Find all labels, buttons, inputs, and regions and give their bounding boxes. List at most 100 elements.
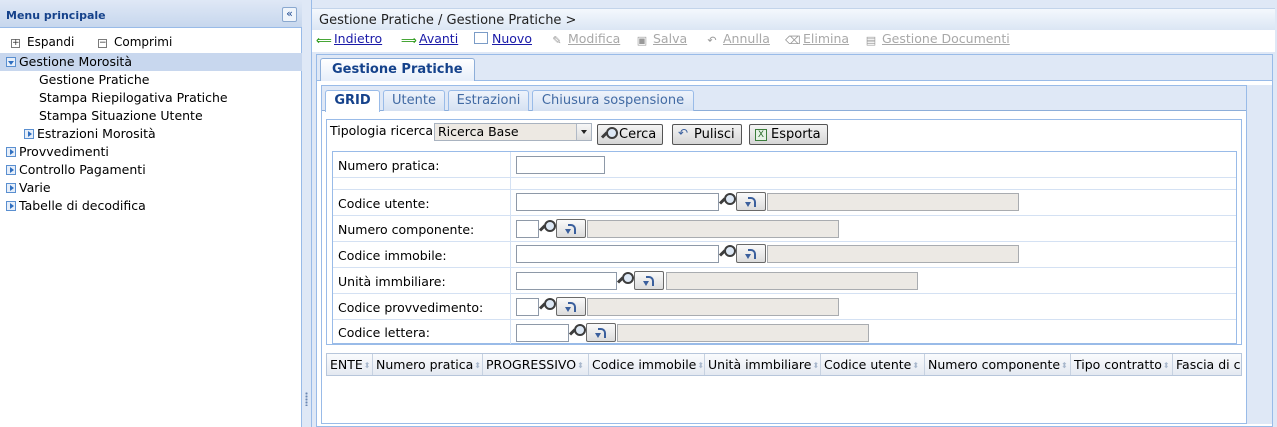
main-panel: Gestione Pratiche GRID Utente Estrazioni… [316, 54, 1273, 427]
sort-icon: ⬍ [1162, 361, 1170, 370]
numero-pratica-label: Numero pratica: [338, 158, 440, 173]
dropdown-arrow-icon[interactable] [576, 124, 591, 140]
codice-utente-description [767, 193, 1019, 211]
codice-immobile-label: Codice immobile: [338, 248, 447, 263]
breadcrumb-bar: Gestione Pratiche / Gestione Pratiche > [312, 8, 1275, 30]
form-row: Codice utente: [333, 190, 1236, 216]
vertical-scrollbar-track[interactable] [1247, 85, 1272, 424]
numero-pratica-input[interactable] [516, 156, 605, 174]
tree-item-stampa-riepilogativa[interactable]: Stampa Riepilogativa Pratiche [0, 89, 302, 107]
column-header-progressivo[interactable]: PROGRESSIVO⬍ [483, 354, 589, 375]
tree-item-estrazioni-morosita[interactable]: Estrazioni Morosità [0, 125, 302, 143]
annulla-link[interactable]: ↶ Annulla [705, 31, 770, 47]
plus-icon: + [11, 38, 20, 48]
numero-componente-description [587, 220, 839, 238]
column-header-tipo-contratto[interactable]: Tipo contratto⬍ [1071, 354, 1173, 375]
codice-utente-input[interactable] [516, 193, 719, 211]
gestione-documenti-link[interactable]: ▤ Gestione Documenti [864, 31, 1010, 47]
codice-utente-lookup-icon[interactable] [719, 192, 736, 209]
form-spacer-row [333, 178, 1236, 190]
codice-provvedimento-lookup-icon[interactable] [539, 297, 556, 314]
tree-item-varie[interactable]: Varie [0, 179, 302, 197]
undo-icon: ↶ [707, 34, 717, 47]
inner-tabstrip: GRID Utente Estrazioni Chiusura sospensi… [322, 86, 1246, 112]
sidebar: Menu principale « + Espandi − Comprimi Ges… [0, 0, 302, 427]
sort-icon: ⬍ [1061, 361, 1068, 370]
splitter-grip-icon [305, 392, 308, 406]
codice-lettera-reset-button[interactable] [586, 323, 616, 342]
pulisci-button[interactable]: ↶ Pulisci [672, 124, 742, 145]
tab-utente[interactable]: Utente [383, 90, 445, 111]
tree-item-controllo-pagamenti[interactable]: Controllo Pagamenti [0, 161, 302, 179]
codice-lettera-description [617, 324, 869, 342]
esporta-button[interactable]: X Esporta [749, 124, 828, 145]
undo-icon: ↶ [678, 126, 689, 140]
column-header-numero-pratica[interactable]: Numero pratica⬍ [373, 354, 483, 375]
codice-immobile-reset-button[interactable] [736, 244, 766, 263]
codice-lettera-input[interactable] [516, 324, 569, 342]
tab-chiusura-sospensione[interactable]: Chiusura sospensione [532, 90, 694, 111]
form-row: Codice immobile: [333, 242, 1236, 268]
nuovo-link[interactable]: Nuovo [474, 31, 532, 46]
column-header-fascia[interactable]: Fascia di ca [1173, 354, 1241, 375]
modifica-link[interactable]: ✎ Modifica [550, 31, 620, 47]
tree-item-tabelle-decodifica[interactable]: Tabelle di decodifica [0, 197, 302, 215]
unita-immobiliare-label: Unità immbiliare: [338, 274, 446, 289]
column-header-codice-utente[interactable]: Codice utente⬍ [821, 354, 925, 375]
unita-immobiliare-lookup-icon[interactable] [617, 271, 634, 288]
tab-gestione-pratiche[interactable]: Gestione Pratiche [320, 58, 475, 81]
inner-panel: GRID Utente Estrazioni Chiusura sospensi… [321, 85, 1247, 424]
form-row: Numero pratica: [333, 152, 1236, 178]
grid-header: ENTE⬍ Numero pratica⬍ PROGRESSIVO⬍ Codic… [326, 353, 1242, 376]
tipologia-ricerca-label: Tipologia ricerca [330, 123, 434, 138]
numero-componente-input[interactable] [516, 220, 539, 238]
tab-grid[interactable]: GRID [325, 90, 380, 112]
sidebar-splitter[interactable] [302, 0, 312, 427]
action-toolbar: ⟸ Indietro ⟹ Avanti Nuovo ✎ Modifica ▣ Salva… [312, 30, 1275, 52]
column-header-numero-componente[interactable]: Numero componente⬍ [925, 354, 1071, 375]
numero-componente-reset-button[interactable] [556, 219, 586, 238]
tree-toolbar: + Espandi − Comprimi [0, 32, 302, 52]
salva-link[interactable]: ▣ Salva [635, 31, 687, 47]
column-header-ente[interactable]: ENTE⬍ [327, 354, 373, 375]
numero-componente-lookup-icon[interactable] [539, 219, 556, 236]
codice-lettera-lookup-icon[interactable] [569, 323, 586, 340]
unita-immobiliare-reset-button[interactable] [634, 271, 664, 290]
codice-provvedimento-label: Codice provvedimento: [338, 300, 484, 315]
codice-provvedimento-input[interactable] [516, 298, 539, 316]
tipologia-ricerca-select[interactable]: Ricerca Base [434, 123, 592, 141]
elimina-link[interactable]: ⌫ Elimina [785, 31, 849, 47]
codice-immobile-lookup-icon[interactable] [719, 244, 736, 261]
numero-componente-label: Numero componente: [338, 222, 475, 237]
collapse-sidebar-button[interactable]: « [282, 7, 297, 22]
sort-icon: ⬍ [474, 361, 481, 370]
sort-icon: ⬍ [577, 361, 584, 370]
codice-provvedimento-reset-button[interactable] [556, 297, 586, 316]
delete-icon: ⌫ [785, 34, 801, 47]
new-document-icon [474, 32, 488, 44]
breadcrumb: Gestione Pratiche / Gestione Pratiche > [319, 13, 577, 28]
tree-item-provvedimenti[interactable]: Provvedimenti [0, 143, 302, 161]
avanti-link[interactable]: ⟹ Avanti [401, 31, 458, 47]
arrow-right-icon: ⟹ [401, 34, 417, 47]
edit-icon: ✎ [552, 34, 562, 47]
form-row: Codice lettera: [333, 320, 1236, 344]
documents-icon: ▤ [865, 34, 877, 47]
cerca-button[interactable]: Cerca [597, 124, 664, 145]
codice-immobile-input[interactable] [516, 245, 719, 263]
unita-immobiliare-input[interactable] [516, 272, 617, 290]
column-header-codice-immobile[interactable]: Codice immobile⬍ [589, 354, 705, 375]
expanded-node-icon [6, 57, 16, 67]
indietro-link[interactable]: ⟸ Indietro [316, 31, 382, 47]
tree-item-gestione-pratiche[interactable]: Gestione Pratiche [0, 71, 302, 89]
column-header-unita-immobiliare[interactable]: Unità immbiliare⬍ [705, 354, 821, 375]
tree-item-gestione-morosita[interactable]: Gestione Morosità [0, 53, 302, 71]
tree-item-stampa-situazione-utente[interactable]: Stampa Situazione Utente [0, 107, 302, 125]
expand-all-button[interactable]: + Espandi [11, 35, 74, 49]
codice-immobile-description [767, 245, 1019, 263]
collapse-all-button[interactable]: − Comprimi [98, 35, 172, 49]
codice-utente-reset-button[interactable] [736, 192, 766, 211]
minus-icon: − [98, 38, 107, 48]
main-tabstrip: Gestione Pratiche [317, 55, 1272, 81]
tab-estrazioni[interactable]: Estrazioni [448, 90, 529, 111]
